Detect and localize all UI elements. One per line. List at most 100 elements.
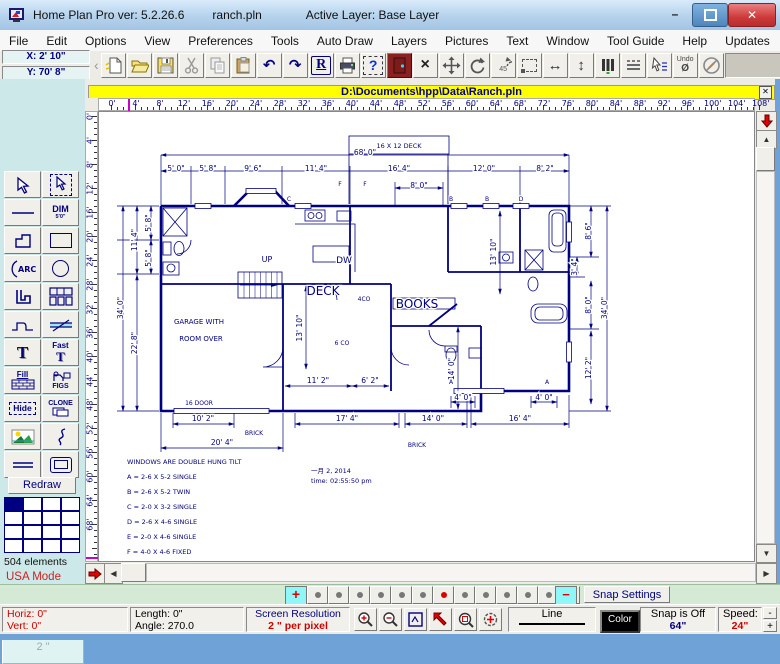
arc-tool[interactable]: ARC <box>4 255 41 282</box>
exit-button[interactable] <box>387 53 412 78</box>
help-button[interactable]: ? <box>361 53 386 78</box>
menu-item-help[interactable]: Help <box>673 34 716 48</box>
color-cell[interactable] <box>23 525 42 539</box>
wall-tool[interactable] <box>4 283 41 310</box>
window-layout-tool[interactable] <box>42 283 79 310</box>
rounded-rect-tool[interactable] <box>42 451 79 478</box>
layer-button[interactable] <box>349 586 370 604</box>
color-button[interactable]: Color <box>600 610 640 633</box>
save-button[interactable] <box>153 53 178 78</box>
layer-button[interactable] <box>328 586 349 604</box>
color-cell[interactable] <box>23 511 42 525</box>
color-cell[interactable] <box>61 539 80 553</box>
screen-resolution-button[interactable]: R <box>309 53 334 78</box>
line-tool[interactable] <box>4 199 41 226</box>
rotate-button[interactable] <box>465 53 490 78</box>
polyline-tool[interactable] <box>4 227 41 254</box>
fill-tool[interactable]: Fill <box>4 367 41 394</box>
text-tool[interactable]: T <box>4 339 41 366</box>
color-cell[interactable] <box>42 525 61 539</box>
vscroll-thumb[interactable] <box>756 147 775 171</box>
parallel-lines-tool[interactable] <box>4 451 41 478</box>
new-file-button[interactable] <box>101 53 126 78</box>
open-file-button[interactable] <box>127 53 152 78</box>
columns-button[interactable] <box>595 53 620 78</box>
menu-item-updates[interactable]: Updates <box>716 34 779 48</box>
layer-button[interactable] <box>412 586 433 604</box>
close-button[interactable]: ✕ <box>728 3 776 27</box>
print-button[interactable] <box>335 53 360 78</box>
menu-item-preferences[interactable]: Preferences <box>179 34 262 48</box>
layer-button[interactable] <box>307 586 328 604</box>
clone-tool[interactable]: CLONE <box>42 395 79 422</box>
figures-tool[interactable]: FIGS <box>42 367 79 394</box>
select-tool[interactable] <box>4 171 41 198</box>
hide-tool[interactable]: Hide <box>4 395 41 422</box>
color-cell[interactable] <box>61 525 80 539</box>
picture-tool[interactable] <box>4 423 41 450</box>
color-cell[interactable] <box>23 539 42 553</box>
layer-button[interactable] <box>475 586 496 604</box>
color-cell[interactable] <box>4 539 23 553</box>
line-styles-button[interactable] <box>621 53 646 78</box>
color-cell[interactable] <box>42 511 61 525</box>
draw-options-button[interactable] <box>647 53 672 78</box>
select-group-tool[interactable] <box>42 171 79 198</box>
delete-button[interactable]: × <box>413 53 438 78</box>
hscroll-track[interactable] <box>146 563 756 582</box>
menu-item-tool-guide[interactable]: Tool Guide <box>598 34 673 48</box>
redraw-button[interactable]: Redraw <box>8 477 76 494</box>
menu-item-text[interactable]: Text <box>497 34 537 48</box>
color-cell-selected[interactable] <box>4 497 23 511</box>
color-cell[interactable] <box>23 497 42 511</box>
snap-settings-button[interactable]: Snap Settings <box>584 586 670 603</box>
freehand-curve-tool[interactable] <box>42 423 79 450</box>
redo-button[interactable]: ↷ <box>283 53 308 78</box>
previous-view-button[interactable] <box>429 608 452 631</box>
menu-item-file[interactable]: File <box>0 34 37 48</box>
drawing-canvas[interactable]: 16 X 12 DECK68' 0"5' 0"5' 8"9' 6"11' 4"1… <box>98 111 755 562</box>
layer-button[interactable] <box>391 586 412 604</box>
move-button[interactable] <box>439 53 464 78</box>
undo-disabled-button[interactable]: UndoØ <box>673 53 698 78</box>
roof-step-tool[interactable] <box>4 311 41 338</box>
double-line-tool[interactable] <box>42 311 79 338</box>
pan-view-button[interactable] <box>479 608 502 631</box>
menu-item-view[interactable]: View <box>135 34 179 48</box>
menu-item-auto-draw[interactable]: Auto Draw <box>308 34 382 48</box>
color-cell[interactable] <box>4 511 23 525</box>
menu-item-options[interactable]: Options <box>76 34 135 48</box>
undo-button[interactable]: ↶ <box>257 53 282 78</box>
vscroll-track[interactable] <box>756 171 775 544</box>
zoom-in-button[interactable] <box>354 608 377 631</box>
layer-button[interactable] <box>496 586 517 604</box>
copy-button[interactable] <box>205 53 230 78</box>
filebar-close-button[interactable]: ✕ <box>759 86 772 99</box>
layer-button[interactable] <box>370 586 391 604</box>
hscroll-thumb[interactable] <box>121 563 146 582</box>
snap-panel[interactable]: Snap is Off 64" <box>640 607 716 632</box>
vscroll-down-button[interactable]: ▼ <box>756 544 777 563</box>
cut-button[interactable] <box>179 53 204 78</box>
zoom-out-button[interactable] <box>379 608 402 631</box>
rotate-45-button[interactable]: 45 <box>491 53 516 78</box>
color-cell[interactable] <box>61 497 80 511</box>
circle-tool[interactable] <box>42 255 79 282</box>
zoom-selection-button[interactable] <box>454 608 477 631</box>
speed-decrease-button[interactable]: - <box>763 607 777 619</box>
pan-down-button[interactable] <box>756 111 777 131</box>
maximize-button[interactable] <box>692 3 728 27</box>
fit-window-button[interactable] <box>404 608 427 631</box>
menu-item-window[interactable]: Window <box>537 34 598 48</box>
select-region-button[interactable] <box>517 53 542 78</box>
layer-button-active[interactable] <box>433 586 454 604</box>
rectangle-tool[interactable] <box>42 227 79 254</box>
paste-button[interactable] <box>231 53 256 78</box>
dimension-tool[interactable]: DIM5'0" <box>42 199 79 226</box>
layer-button[interactable] <box>454 586 475 604</box>
color-cell[interactable] <box>4 525 23 539</box>
color-cell[interactable] <box>42 539 61 553</box>
stretch-horizontal-button[interactable]: ↔ <box>543 53 568 78</box>
speed-increase-button[interactable]: + <box>763 620 777 632</box>
layer-button[interactable] <box>517 586 538 604</box>
